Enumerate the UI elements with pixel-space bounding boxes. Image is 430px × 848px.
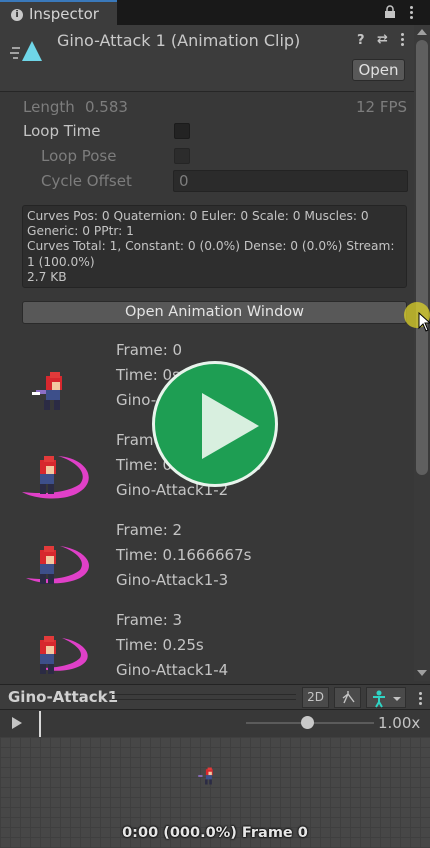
- info-line: 1 (100.0%): [27, 254, 95, 269]
- frame-sprite-name: Gino-Attack1-3: [116, 571, 229, 589]
- preview-play-icon[interactable]: [12, 717, 22, 729]
- sprite-thumbnail: [26, 546, 90, 584]
- frame-time: Time: 0.1666667s: [116, 546, 252, 564]
- preview-transport: 1.00x: [0, 710, 430, 737]
- sprite-thumbnail: [40, 636, 88, 674]
- humanoid-icon: [373, 690, 401, 708]
- tab-label: Inspector: [29, 5, 99, 23]
- clip-title: Gino-Attack 1 (Animation Clip): [57, 31, 301, 50]
- cycle-offset-label: Cycle Offset: [41, 172, 132, 190]
- curves-info-box: Curves Pos: 0 Quaternion: 0 Euler: 0 Sca…: [22, 205, 407, 288]
- fps-label: 12 FPS: [356, 98, 408, 116]
- speed-value: 1.00x: [378, 714, 421, 732]
- toggle-2d-button[interactable]: 2D: [302, 687, 329, 708]
- pivot-icon: [342, 691, 355, 704]
- scrollbar-thumb[interactable]: [416, 40, 428, 475]
- avatar-dropdown[interactable]: [366, 687, 406, 708]
- pivot-button[interactable]: [334, 687, 361, 708]
- timeline-scrubber[interactable]: [39, 711, 41, 737]
- header-menu-icon[interactable]: [401, 33, 405, 48]
- help-icon[interactable]: ?: [357, 33, 365, 48]
- play-icon: [202, 393, 259, 459]
- presets-icon[interactable]: ⇄: [377, 32, 388, 47]
- preview-menu-icon[interactable]: [419, 692, 423, 707]
- tab-bar: i Inspector: [0, 0, 430, 25]
- frame-index: Frame: 3: [116, 611, 183, 629]
- frame-index: Frame: 0: [116, 341, 183, 359]
- frame-index: Frame: 2: [116, 521, 183, 539]
- tab-menu-icon[interactable]: [410, 6, 414, 21]
- info-line: Curves Pos: 0 Quaternion: 0 Euler: 0 Sca…: [27, 209, 369, 223]
- tab-inspector[interactable]: i Inspector: [0, 0, 117, 25]
- frame-readout: 0:00 (000.0%) Frame 0: [122, 825, 308, 841]
- info-line: Curves Total: 1, Constant: 0 (0.0%) Dens…: [27, 239, 395, 254]
- loop-time-checkbox[interactable]: [174, 123, 190, 139]
- preview-title: Gino-Attack1: [8, 688, 119, 706]
- sprite-thumbnail: [22, 456, 89, 499]
- inspector-header: Gino-Attack 1 (Animation Clip) ? ⇄ Open: [0, 25, 414, 92]
- speed-slider-knob[interactable]: [301, 716, 314, 729]
- open-button[interactable]: Open: [352, 59, 405, 81]
- loop-pose-label: Loop Pose: [41, 147, 117, 165]
- preview-toolbar: Gino-Attack1 2D: [0, 684, 430, 710]
- frame-sprite-name: Gino-Attack1-4: [116, 661, 229, 679]
- video-play-button[interactable]: [152, 361, 278, 487]
- length-value: 0.583: [85, 98, 128, 116]
- lock-icon[interactable]: [384, 5, 396, 19]
- animation-clip-icon: [10, 41, 42, 61]
- length-label: Length: [23, 98, 75, 116]
- drag-handle[interactable]: [112, 694, 296, 700]
- scroll-down-arrow-icon[interactable]: [417, 670, 427, 676]
- info-icon: i: [11, 9, 23, 21]
- scroll-up-arrow-icon[interactable]: [417, 29, 427, 35]
- sprite-thumbnail: [32, 372, 62, 410]
- open-animation-window-button[interactable]: Open Animation Window: [22, 301, 407, 324]
- cycle-offset-field[interactable]: 0: [173, 170, 408, 192]
- info-line: Generic: 0 PPtr: 1: [27, 224, 134, 239]
- loop-time-label: Loop Time: [23, 122, 101, 140]
- mouse-pointer-icon: [418, 312, 430, 332]
- frame-time: Time: 0.25s: [116, 636, 204, 654]
- loop-pose-checkbox[interactable]: [174, 148, 190, 164]
- preview-sprite: [198, 767, 213, 785]
- info-line: 2.7 KB: [27, 269, 67, 284]
